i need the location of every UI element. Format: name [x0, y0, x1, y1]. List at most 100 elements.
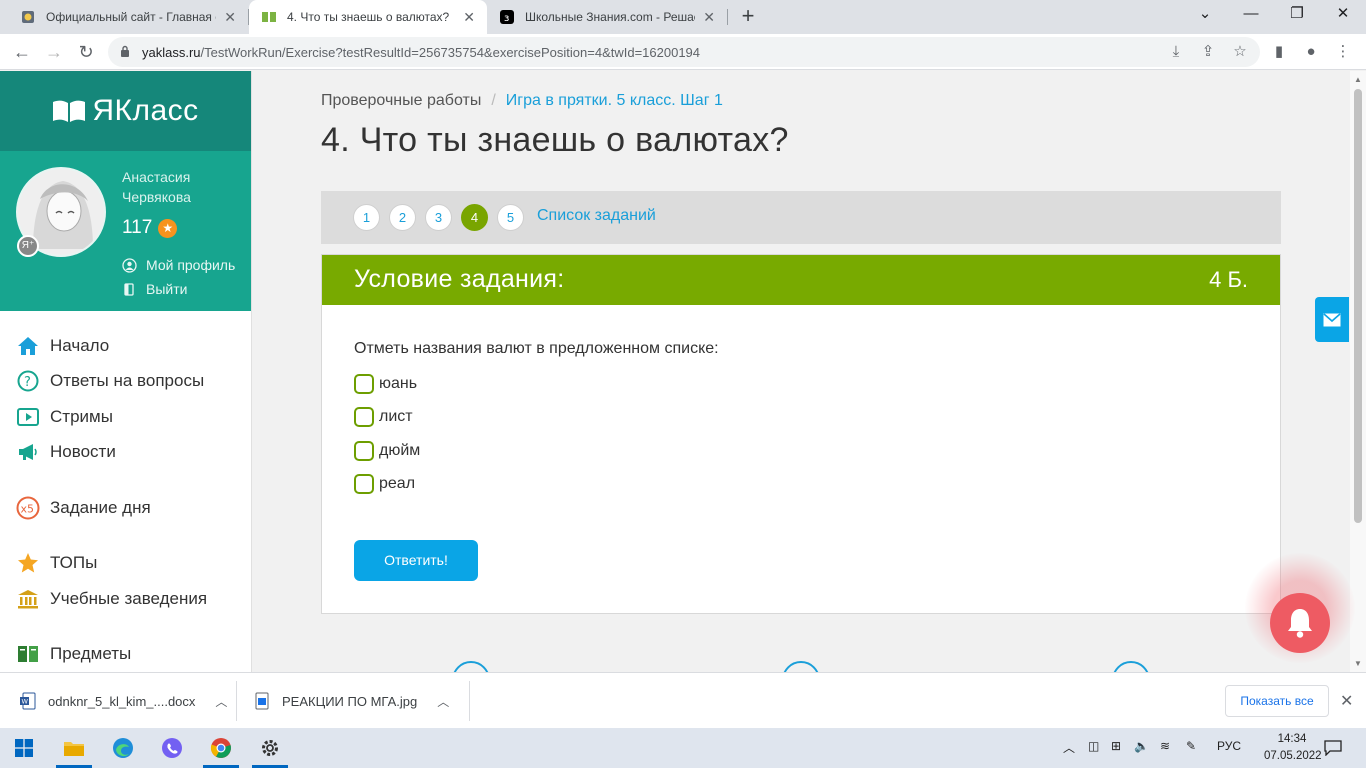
windows-start-icon[interactable]	[0, 728, 48, 768]
sidebar-item-daily-task[interactable]: x5 Задание дня	[16, 496, 151, 520]
chrome-icon[interactable]	[197, 728, 245, 768]
breadcrumb-root[interactable]: Проверочные работы	[321, 92, 481, 109]
option-list[interactable]: лист	[354, 407, 413, 427]
edge-icon[interactable]	[99, 728, 147, 768]
sidebar-item-home[interactable]: Начало	[16, 334, 109, 358]
gear-icon	[262, 740, 278, 756]
file-explorer-icon[interactable]	[50, 728, 98, 768]
browser-tab-2[interactable]: 4. Что ты знаешь о валютах? ✕	[249, 0, 487, 34]
logout-link[interactable]: Выйти	[122, 281, 187, 297]
scroll-down-icon[interactable]: ▼	[1354, 659, 1362, 668]
share-icon[interactable]: ⇪	[1198, 42, 1218, 62]
bell-icon	[1288, 609, 1312, 638]
step-3[interactable]: 3	[425, 204, 452, 231]
word-doc-icon: W	[20, 692, 36, 710]
volume-icon[interactable]: 🔈	[1134, 739, 1149, 753]
my-profile-link[interactable]: Мой профиль	[122, 257, 235, 273]
option-yuan[interactable]: юань	[354, 374, 417, 394]
step-5[interactable]: 5	[497, 204, 524, 231]
sidebar-item-news[interactable]: Новости	[16, 440, 116, 464]
close-icon[interactable]: ✕	[224, 9, 236, 26]
viber-logo-icon	[162, 738, 182, 758]
show-all-button[interactable]: Показать все	[1225, 685, 1329, 717]
checkbox[interactable]	[354, 374, 374, 394]
bookmark-star-icon[interactable]: ☆	[1230, 42, 1250, 62]
tray-chevron-up-icon[interactable]: ︿	[1063, 739, 1075, 756]
back-arrow-icon[interactable]: ←	[10, 40, 34, 64]
help-circle-icon[interactable]	[1112, 661, 1150, 672]
close-icon[interactable]: ✕	[1340, 691, 1353, 711]
download-item-docx[interactable]: W odnknr_5_kl_kim_....docx ︿	[20, 673, 227, 729]
checkbox[interactable]	[354, 474, 374, 494]
sidebar-item-label: Учебные заведения	[50, 589, 208, 608]
breadcrumb: Проверочные работы / Игра в прятки. 5 клас…	[321, 92, 723, 110]
option-label: дюйм	[379, 442, 421, 459]
chevron-up-icon[interactable]: ︿	[215, 693, 227, 710]
tray-network-adapter-icon[interactable]: ⊞	[1111, 739, 1121, 753]
minimize-icon[interactable]: —	[1228, 0, 1274, 30]
checkbox[interactable]	[354, 441, 374, 461]
step-navigation: 1 2 3 4 5 Список заданий	[321, 191, 1281, 244]
svg-text:x5: x5	[21, 503, 35, 516]
step-1[interactable]: 1	[353, 204, 380, 231]
step-4-current[interactable]: 4	[461, 204, 488, 231]
step-2[interactable]: 2	[389, 204, 416, 231]
wifi-icon[interactable]: ≋	[1160, 739, 1170, 753]
window-close-icon[interactable]: ✕	[1320, 0, 1366, 30]
feedback-mail-button[interactable]	[1315, 297, 1349, 342]
sidebar-item-label: Задание дня	[50, 498, 151, 517]
chevron-up-icon[interactable]: ︿	[437, 693, 449, 710]
play-icon	[17, 408, 39, 426]
page-title: 4. Что ты знаешь о валютах?	[321, 121, 789, 159]
download-item-jpg[interactable]: РЕАКЦИИ ПО МГА.jpg ︿	[254, 673, 449, 729]
restore-icon[interactable]: ❐	[1274, 0, 1320, 30]
notification-bell-button[interactable]	[1270, 593, 1330, 653]
address-bar[interactable]: yaklass.ru/TestWorkRun/Exercise?testResu…	[108, 37, 1260, 67]
profile-avatar-icon[interactable]: ●	[1301, 42, 1321, 62]
help-circle-icon[interactable]	[452, 661, 490, 672]
help-circle-icon[interactable]	[782, 661, 820, 672]
task-list-link[interactable]: Список заданий	[537, 207, 656, 225]
option-real[interactable]: реал	[354, 474, 415, 494]
new-tab-button[interactable]: +	[736, 4, 760, 30]
edge-logo-icon	[113, 738, 133, 758]
language-indicator[interactable]: РУС	[1217, 739, 1241, 753]
sidebar: ЯКласс Я⁺ Анастасия Червякова 117 ★ Мой …	[0, 71, 252, 672]
scroll-up-icon[interactable]: ▲	[1354, 75, 1362, 84]
install-app-icon[interactable]: ⤓	[1166, 42, 1186, 62]
windows-logo-icon	[15, 739, 33, 757]
user-points: 117 ★	[122, 217, 178, 239]
option-label: лист	[379, 408, 413, 425]
tray-app-icon[interactable]: ◫	[1088, 739, 1099, 753]
viber-icon[interactable]	[148, 728, 196, 768]
side-panel-icon[interactable]: ▮	[1269, 42, 1289, 62]
sidebar-item-label: Начало	[50, 336, 110, 355]
more-menu-icon[interactable]: ⋮	[1333, 42, 1353, 62]
tab-search-chevron-icon[interactable]: ⌄	[1182, 0, 1228, 30]
windows-taskbar: ︿ ◫ ⊞ 🔈 ≋ ✎ РУС 14:34 07.05.2022	[0, 728, 1366, 768]
scrollbar-thumb[interactable]	[1354, 89, 1362, 523]
sidebar-item-streams[interactable]: Стримы	[16, 405, 113, 429]
page-scrollbar[interactable]: ▲ ▼	[1350, 71, 1366, 672]
sidebar-item-institutions[interactable]: Учебные заведения	[16, 587, 207, 611]
browser-tab-3[interactable]: з Школьные Знания.com - Решае ✕	[487, 0, 727, 34]
close-icon[interactable]: ✕	[703, 9, 715, 26]
breadcrumb-current[interactable]: Игра в прятки. 5 класс. Шаг 1	[506, 92, 723, 109]
sidebar-item-subjects[interactable]: Предметы	[16, 642, 131, 666]
browser-tab-1[interactable]: Официальный сайт - Главная ст ✕	[8, 0, 248, 34]
notifications-icon[interactable]	[1311, 728, 1355, 768]
sidebar-item-tops[interactable]: ТОПы	[16, 551, 97, 575]
close-icon[interactable]: ✕	[463, 9, 475, 26]
settings-icon[interactable]	[246, 728, 294, 768]
home-icon	[18, 337, 38, 355]
logout-door-icon	[124, 282, 134, 296]
profile-panel: Я⁺ Анастасия Червякова 117 ★ Мой профиль…	[0, 151, 251, 311]
checkbox[interactable]	[354, 407, 374, 427]
answer-button[interactable]: Ответить!	[354, 540, 478, 581]
yaklass-logo[interactable]: ЯКласс	[0, 71, 251, 151]
reload-icon[interactable]: ↻	[74, 40, 98, 64]
pen-icon[interactable]: ✎	[1186, 739, 1196, 753]
option-inch[interactable]: дюйм	[354, 441, 420, 461]
sidebar-item-answers[interactable]: ? Ответы на вопросы	[16, 369, 204, 393]
forward-arrow-icon[interactable]: →	[42, 40, 66, 64]
